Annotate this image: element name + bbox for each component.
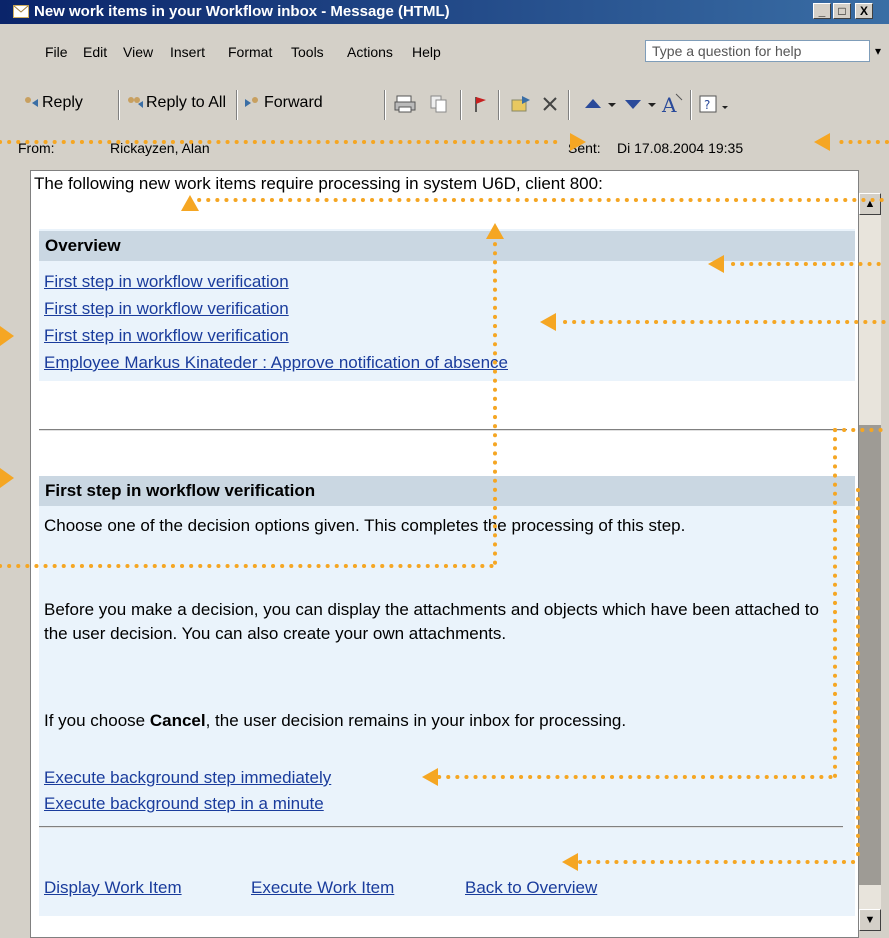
copy-icon[interactable]: [428, 94, 450, 114]
flag-icon[interactable]: [470, 94, 490, 114]
overview-link-1[interactable]: First step in workflow verification: [44, 272, 289, 292]
scroll-up-button[interactable]: ▲: [859, 193, 881, 215]
forward-icon: [245, 97, 258, 107]
help-icon[interactable]: ?: [698, 94, 734, 114]
reply-all-label: Reply to All: [146, 94, 227, 111]
reply-all-button[interactable]: Reply to All: [126, 94, 226, 116]
menu-file[interactable]: File: [45, 44, 68, 60]
next-item-icon[interactable]: [622, 94, 658, 114]
back-to-overview-link[interactable]: Back to Overview: [465, 878, 597, 898]
delete-icon[interactable]: [540, 94, 560, 114]
minimize-button[interactable]: _: [813, 3, 831, 19]
svg-text:?: ?: [704, 98, 710, 112]
sent-date: Di 17.08.2004 19:35: [617, 140, 744, 156]
reply-all-icon: [128, 97, 143, 108]
menu-edit[interactable]: Edit: [83, 44, 107, 60]
sender-name[interactable]: Rickayzen, Alan: [110, 140, 210, 156]
execute-work-item-link[interactable]: Execute Work Item: [251, 878, 394, 898]
from-label: From:: [18, 140, 55, 156]
envelope-icon: [13, 5, 29, 18]
detail-paragraph-1: Choose one of the decision options given…: [44, 516, 686, 535]
scroll-thumb[interactable]: [859, 425, 881, 885]
menu-format[interactable]: Format: [228, 44, 272, 60]
message-body: The following new work items require pro…: [30, 170, 859, 938]
overview-link-3[interactable]: First step in workflow verification: [44, 326, 289, 346]
display-work-item-link[interactable]: Display Work Item: [44, 878, 182, 898]
divider: [39, 826, 843, 828]
title-bar: New work items in your Workflow inbox - …: [0, 0, 889, 24]
toolbar-separator: [118, 90, 120, 120]
chevron-down-icon[interactable]: ▾: [875, 44, 881, 58]
toolbar-separator: [498, 90, 500, 120]
overview-link-4[interactable]: Employee Markus Kinateder : Approve noti…: [44, 353, 508, 373]
forward-button[interactable]: Forward: [244, 94, 323, 116]
forward-label: Forward: [264, 94, 323, 111]
outlook-message-window: New work items in your Workflow inbox - …: [0, 0, 889, 938]
sent-label: Sent:: [568, 140, 601, 156]
intro-text: The following new work items require pro…: [34, 174, 603, 193]
previous-item-icon[interactable]: [582, 94, 618, 114]
detail-heading: First step in workflow verification: [39, 476, 855, 506]
help-search-input[interactable]: Type a question for help: [645, 40, 870, 62]
overview-link-2[interactable]: First step in workflow verification: [44, 299, 289, 319]
execute-in-a-minute-link[interactable]: Execute background step in a minute: [44, 794, 324, 814]
menu-actions[interactable]: Actions: [347, 44, 393, 60]
detail-panel: First step in workflow verification Choo…: [39, 476, 855, 916]
detail-paragraph-3: If you choose Cancel, the user decision …: [44, 711, 627, 730]
divider: [39, 429, 847, 431]
toolbar-separator: [690, 90, 692, 120]
detail-paragraph-2: Before you make a decision, you can disp…: [44, 600, 819, 643]
overview-heading: Overview: [39, 231, 855, 261]
vertical-scrollbar[interactable]: ▲ ▼: [859, 193, 881, 931]
overview-panel: Overview First step in workflow verifica…: [39, 229, 855, 381]
menu-insert[interactable]: Insert: [170, 44, 205, 60]
reply-label: Reply: [42, 94, 83, 111]
menu-view[interactable]: View: [123, 44, 153, 60]
address-book-icon[interactable]: A: [660, 92, 684, 116]
print-icon[interactable]: [394, 94, 416, 114]
menu-tools[interactable]: Tools: [291, 44, 324, 60]
scroll-down-button[interactable]: ▼: [859, 909, 881, 931]
toolbar-separator: [236, 90, 238, 120]
reply-icon: [25, 97, 38, 107]
move-to-folder-icon[interactable]: [510, 94, 532, 114]
toolbar-separator: [384, 90, 386, 120]
toolbar-separator: [460, 90, 462, 120]
reply-button[interactable]: Reply: [22, 94, 83, 116]
svg-text:A: A: [661, 93, 677, 116]
cancel-keyword: Cancel: [149, 711, 206, 730]
maximize-button[interactable]: □: [833, 3, 851, 19]
menu-help[interactable]: Help: [412, 44, 441, 60]
execute-immediately-link[interactable]: Execute background step immediately: [44, 768, 331, 788]
close-button[interactable]: X: [855, 3, 873, 19]
toolbar-separator: [568, 90, 570, 120]
window-title: New work items in your Workflow inbox - …: [34, 3, 450, 20]
message-header: From: Rickayzen, Alan Sent: Di 17.08.200…: [0, 136, 889, 162]
